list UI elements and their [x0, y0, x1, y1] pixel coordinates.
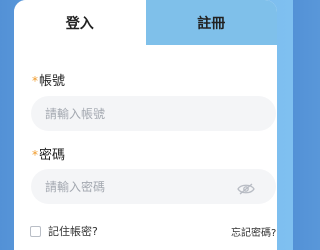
required-mark: * — [32, 74, 38, 88]
required-mark: * — [32, 148, 38, 162]
login-card: 登入 註冊 *帳號 *密碼 記住帳密? 忘記密碼? — [14, 0, 277, 250]
password-label: 密碼 — [39, 148, 66, 163]
tab-login[interactable]: 登入 — [14, 0, 146, 45]
password-label-group: *密碼 — [32, 144, 65, 163]
eye-off-icon[interactable] — [237, 180, 255, 195]
account-input[interactable] — [31, 96, 276, 131]
account-label-group: *帳號 — [32, 70, 65, 89]
remember-toggle[interactable]: 記住帳密? — [30, 223, 98, 239]
tab-bar: 登入 註冊 — [14, 0, 277, 45]
forgot-password-link[interactable]: 忘記密碼? — [231, 224, 276, 239]
remember-label: 記住帳密? — [48, 225, 98, 238]
remember-checkbox[interactable] — [30, 225, 41, 237]
tab-register[interactable]: 註冊 — [145, 0, 277, 45]
account-label: 帳號 — [39, 74, 66, 89]
